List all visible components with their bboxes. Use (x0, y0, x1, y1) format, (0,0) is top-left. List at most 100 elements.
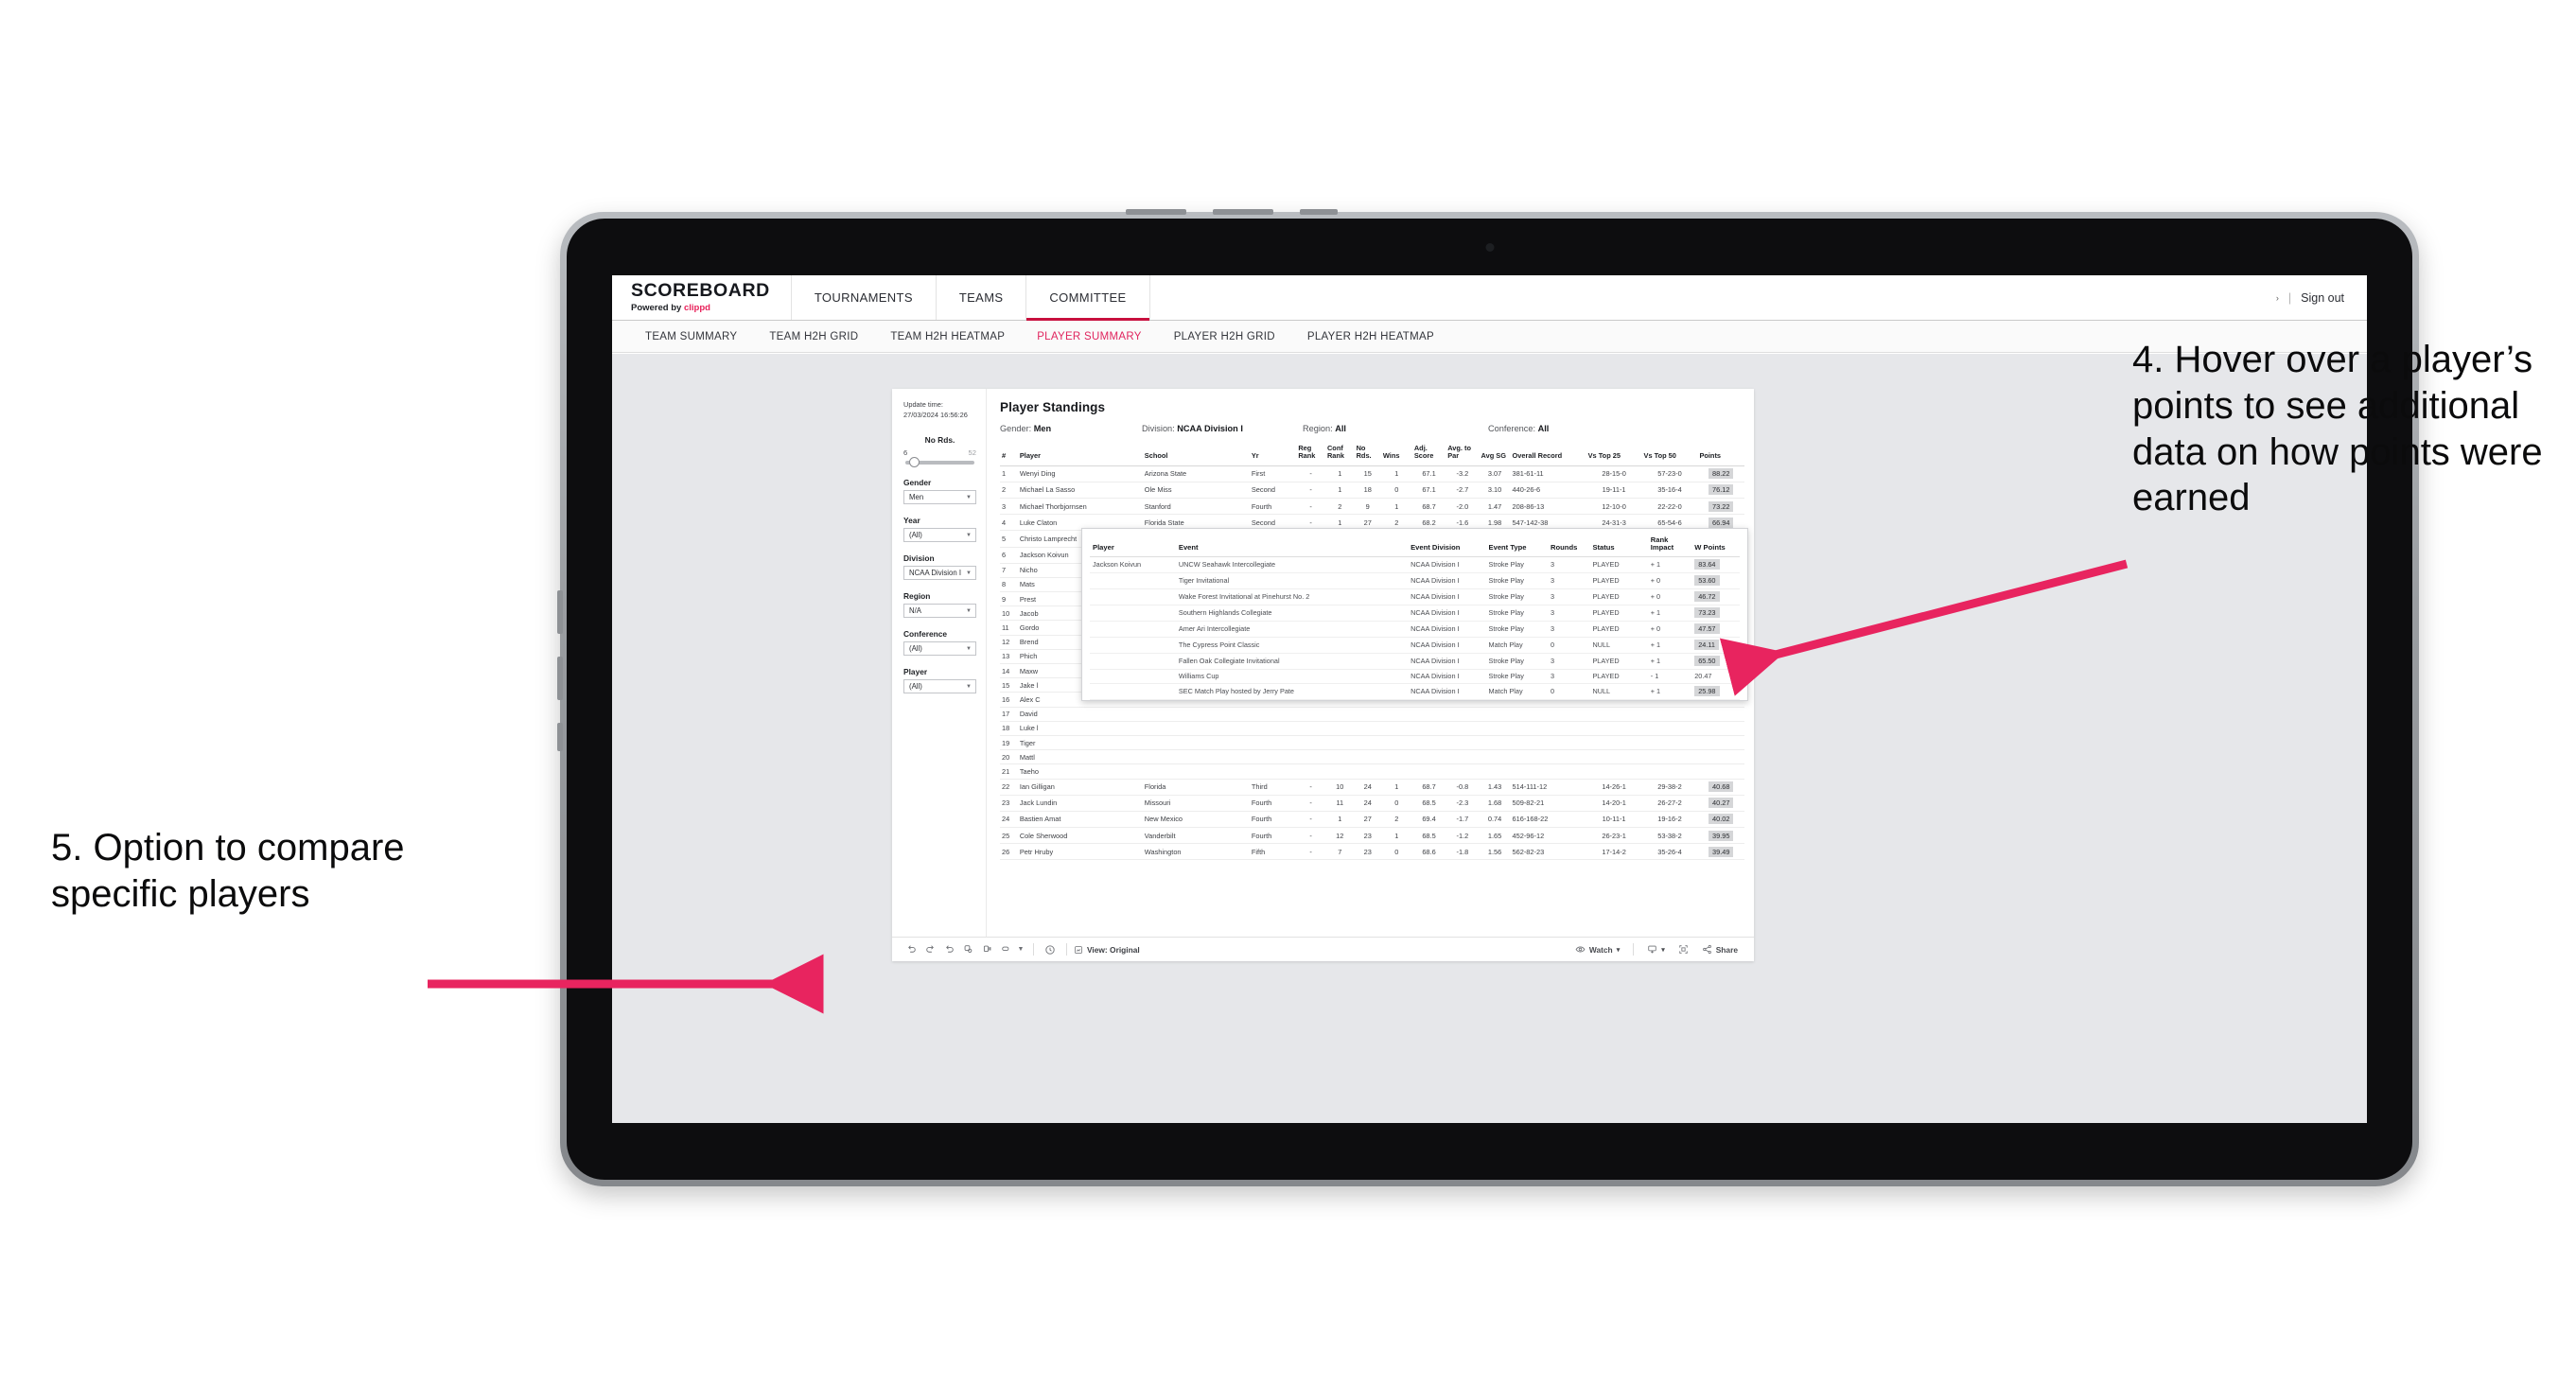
refresh-icon[interactable] (958, 944, 977, 955)
nav-item-committee[interactable]: COMMITTEE (1026, 275, 1150, 321)
filter-conference-select[interactable]: (All) ▼ (903, 641, 976, 657)
col-points[interactable]: Points (1697, 443, 1744, 466)
redo-icon[interactable] (920, 944, 939, 955)
col-vs-top-25[interactable]: Vs Top 25 (1586, 443, 1642, 466)
col-adj-score[interactable]: Adj. Score (1411, 443, 1446, 466)
pause-icon[interactable] (977, 944, 996, 955)
col-vs-top-50[interactable]: Vs Top 50 (1641, 443, 1698, 466)
cell-no-rds (1354, 721, 1381, 736)
cell-adj-score: 69.4 (1411, 811, 1446, 829)
cell-conf-rank: 11 (1324, 795, 1355, 812)
fullscreen-button[interactable] (1672, 944, 1695, 955)
pause-auto-update-icon[interactable] (1041, 944, 1060, 956)
filter-year-select[interactable]: (All) ▼ (903, 528, 976, 543)
viz-toolbar: ▼ View: Original Watch ▾ ▾ Share (892, 937, 1754, 961)
highlight-icon[interactable] (996, 944, 1015, 955)
filter-conference-value: (All) (909, 644, 922, 654)
filter-gender-select[interactable]: Men ▼ (903, 490, 976, 505)
tip-event-type: Stroke Play (1485, 699, 1549, 700)
cell-vs-top-25: 10-11-1 (1586, 811, 1642, 829)
cell-yr: Fourth (1249, 811, 1297, 829)
cell-no-rds: 23 (1354, 843, 1381, 861)
col-avg-to-par[interactable]: Avg. to Par (1446, 443, 1480, 466)
tip-rounds: 3 (1548, 621, 1590, 638)
cell-rank: 16 (1000, 692, 1018, 708)
no-rounds-slider-filter[interactable]: No Rds. 6 52 (903, 435, 976, 468)
filter-player-select[interactable]: (All) ▼ (903, 679, 976, 694)
col-avg-sg[interactable]: Avg SG (1479, 443, 1511, 466)
tip-event: The Cypress Point Classic (1175, 637, 1409, 654)
share-button[interactable]: Share (1695, 944, 1744, 955)
tab-player-summary[interactable]: PLAYER SUMMARY (1021, 331, 1158, 342)
col-wins[interactable]: Wins (1380, 443, 1412, 466)
brand-logo[interactable]: SCOREBOARD Powered by clippd (612, 275, 792, 320)
nav-item-teams[interactable]: TEAMS (937, 275, 1027, 320)
tip-rounds: 3 (1548, 653, 1590, 670)
tab-player-h2h-grid[interactable]: PLAYER H2H GRID (1158, 331, 1291, 342)
col-overall-record[interactable]: Overall Record (1510, 443, 1586, 466)
tab-team-summary[interactable]: TEAM SUMMARY (629, 331, 753, 342)
table-row[interactable]: 21 Taeho (1000, 763, 1744, 780)
cell-points (1697, 735, 1744, 751)
filter-division-label: Division (903, 553, 935, 564)
undo-icon[interactable] (902, 944, 920, 955)
points-value[interactable]: 40.02 (1708, 814, 1734, 825)
cell-no-rds: 27 (1354, 811, 1381, 829)
table-row[interactable]: 24 Bastien Amat New Mexico Fourth -1 27 2 69.4-… (1000, 811, 1744, 829)
revert-icon[interactable] (939, 944, 958, 955)
col-conf-rank[interactable]: Conf Rank (1324, 443, 1355, 466)
table-row[interactable]: 1 Wenyi Ding Arizona State First -1 15 1 67.1 -3… (1000, 465, 1744, 482)
chevron-down-icon[interactable]: ▼ (1015, 946, 1026, 953)
slider-handle[interactable] (909, 457, 920, 468)
points-value[interactable]: 73.22 (1708, 500, 1734, 512)
slider-track[interactable] (905, 457, 974, 468)
col-player[interactable]: Player (1017, 443, 1143, 466)
tab-player-h2h-heatmap[interactable]: PLAYER H2H HEATMAP (1291, 331, 1450, 342)
annotation-4-text: 4. Hover over a player’s points to see a… (2132, 339, 2543, 519)
points-value[interactable]: 88.22 (1708, 468, 1734, 480)
table-row[interactable]: 3 Michael Thorbjornsen Stanford Fourth -2 9 1 6… (1000, 498, 1744, 516)
nav-item-tournaments[interactable]: TOURNAMENTS (792, 275, 937, 320)
top-nav-right: › | Sign out (2276, 275, 2367, 320)
cell-rank: 26 (1000, 843, 1018, 861)
sign-out-link[interactable]: Sign out (2301, 291, 2344, 305)
col-rank[interactable]: # (1000, 443, 1018, 466)
update-time-value: 27/03/2024 16:56:26 (903, 410, 968, 419)
cell-reg-rank (1296, 735, 1325, 751)
no-rounds-range: 6 52 (903, 448, 976, 457)
cell-points: 39.95 (1697, 827, 1744, 845)
col-no-rds[interactable]: No Rds. (1354, 443, 1381, 466)
table-row[interactable]: 22 Ian Gilligan Florida Third -10 24 1 68.7 -0.8… (1000, 779, 1744, 796)
table-row[interactable]: 25 Cole Sherwood Vanderbilt Fourth -12 23 1 68.… (1000, 827, 1744, 845)
points-value[interactable]: 76.12 (1708, 484, 1734, 496)
device-left-button-1 (557, 590, 563, 634)
table-row[interactable]: 19 Tiger (1000, 735, 1744, 751)
watch-button[interactable]: Watch ▾ (1568, 944, 1626, 955)
points-value[interactable]: 39.95 (1708, 830, 1734, 841)
chevron-right-icon[interactable]: › (2276, 293, 2279, 303)
table-row[interactable]: 23 Jack Lundin Missouri Fourth -11 24 0 68.5 -2.… (1000, 795, 1744, 812)
cell-rank: 1 (1000, 465, 1018, 482)
tab-team-h2h-grid[interactable]: TEAM H2H GRID (753, 331, 874, 342)
filter-region: Region N/A ▼ (903, 591, 976, 619)
view-original-button[interactable]: View: Original (1074, 945, 1140, 955)
tab-team-h2h-heatmap[interactable]: TEAM H2H HEATMAP (874, 331, 1021, 342)
table-row[interactable]: 26 Petr Hruby Washington Fifth -7 23 0 68.6 -1.8… (1000, 843, 1744, 861)
cell-no-rds (1354, 735, 1381, 751)
points-value[interactable]: 40.68 (1708, 781, 1734, 793)
table-row[interactable]: 17 David (1000, 707, 1744, 722)
table-row[interactable]: 20 Mattl (1000, 749, 1744, 765)
col-yr[interactable]: Yr (1249, 443, 1297, 466)
cell-rank: 15 (1000, 677, 1018, 693)
points-value[interactable]: 39.49 (1708, 846, 1734, 857)
points-value[interactable]: 40.27 (1708, 798, 1734, 809)
table-row[interactable]: 18 Luke l (1000, 721, 1744, 736)
col-school[interactable]: School (1142, 443, 1250, 466)
download-button[interactable]: ▾ (1640, 944, 1672, 955)
table-row[interactable]: 2 Michael La Sasso Ole Miss Second -1 18 0 67.1… (1000, 482, 1744, 499)
points-value[interactable]: 66.94 (1708, 517, 1734, 528)
filter-division-select[interactable]: NCAA Division I ▼ (903, 566, 976, 581)
filter-region-select[interactable]: N/A ▼ (903, 604, 976, 619)
col-reg-rank[interactable]: Reg Rank (1296, 443, 1325, 466)
cell-points: 88.22 (1697, 465, 1744, 482)
